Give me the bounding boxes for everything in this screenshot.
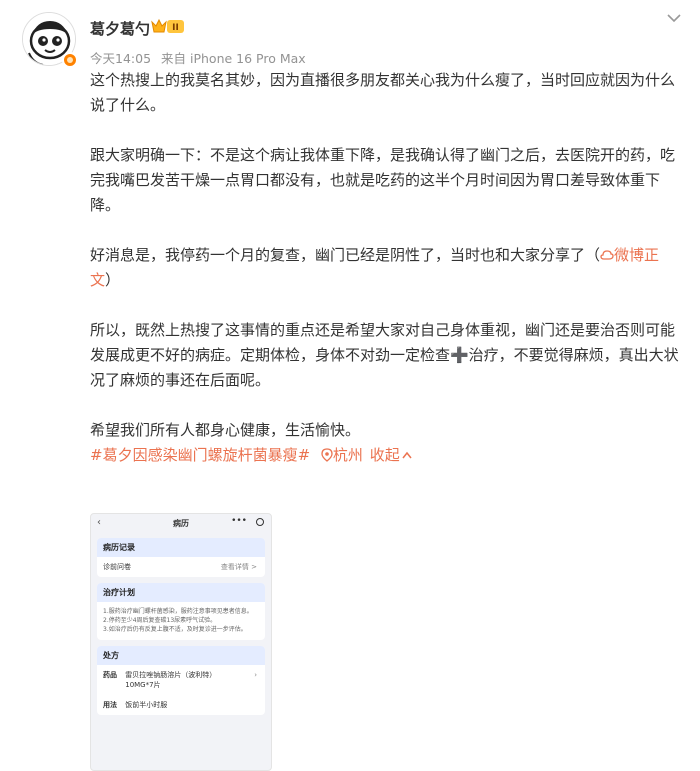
post-paragraph: 跟大家明确一下：不是这个病让我体重下降，是我确认得了幽门之后，去医院开的药，吃完… xyxy=(90,146,676,214)
plan-card: 治疗计划 1.服药治疗幽门螺杆菌感染，服药注意事项见患者信息。 2.停药至少4周… xyxy=(97,583,265,640)
chevron-right-icon: › xyxy=(254,671,257,679)
prescription-header: 处方 xyxy=(97,646,265,665)
usage-label: 用法 xyxy=(103,701,117,709)
prescription-card: 处方 药品 雷贝拉唑钠肠溶片（波利特） 10MG*7片 › 用法 饭前半小时服 xyxy=(97,646,265,715)
verified-badge-icon xyxy=(62,52,78,68)
chevron-up-icon xyxy=(402,451,412,459)
vip-level: II xyxy=(172,23,179,33)
plan-item: 1.服药治疗幽门螺杆菌感染，服药注意事项见患者信息。 xyxy=(103,608,253,615)
vip-crown-badge-icon[interactable]: II xyxy=(150,16,186,36)
image-topbar: ‹ 病历 ••• xyxy=(91,514,271,532)
post-time[interactable]: 今天14:05 xyxy=(90,51,151,66)
drug-label: 药品 xyxy=(103,671,117,679)
usage-row: 用法 饭前半小时服 xyxy=(97,695,265,715)
plan-body: 1.服药治疗幽门螺杆菌感染，服药注意事项见患者信息。 2.停药至少4周后复查碳1… xyxy=(97,602,265,640)
plan-item: 3.如治疗后仍有反复上腹不适，及时复诊进一步评估。 xyxy=(103,626,247,633)
post-header: 葛夕葛勺 II 今天14:05 来自 iPhone 16 Pro Max xyxy=(22,12,682,72)
post-paragraph: 希望我们所有人都身心健康，生活愉快。 xyxy=(90,421,361,439)
usage-value: 饭前半小时服 xyxy=(125,701,168,709)
post-paragraph: 这个热搜上的我莫名其妙，因为直播很多朋友都关心我为什么瘦了，当时回应就因为什么说… xyxy=(90,71,676,114)
drug-name: 雷贝拉唑钠肠溶片（波利特） xyxy=(125,671,217,679)
post-paragraph: 所以，既然上热搜了这事情的重点还是希望大家对自己身体重视，幽门还是要治否则可能发… xyxy=(90,321,679,389)
record-icon xyxy=(256,518,264,526)
post-meta: 今天14:05 来自 iPhone 16 Pro Max xyxy=(90,48,312,67)
record-row: 诊前问卷 查看详情 > xyxy=(97,557,265,577)
record-row-label: 诊前问卷 xyxy=(103,563,131,571)
record-row-action: 查看详情 > xyxy=(220,563,257,571)
hashtag-link[interactable]: #葛夕因感染幽门螺旋杆菌暴瘦# xyxy=(90,446,310,464)
record-card: 病历记录 诊前问卷 查看详情 > xyxy=(97,538,265,577)
more-dots-icon: ••• xyxy=(231,516,247,526)
weibo-link-icon xyxy=(600,250,614,260)
drug-spec: 10MG*7片 xyxy=(125,681,161,689)
post-paragraph-end: ） xyxy=(105,271,121,289)
username[interactable]: 葛夕葛勺 xyxy=(90,18,150,39)
post-paragraph: 好消息是，我停药一个月的复查，幽门已经是阴性了，当时也和大家分享了（ 微博正文） xyxy=(90,243,684,293)
collapse-label[interactable]: 收起 xyxy=(370,446,400,464)
chevron-down-icon[interactable] xyxy=(666,12,682,24)
post-body: 这个热搜上的我莫名其妙，因为直播很多朋友都关心我为什么瘦了，当时回应就因为什么说… xyxy=(90,68,684,468)
post-source: 来自 iPhone 16 Pro Max xyxy=(161,51,306,66)
drug-row: 药品 雷贝拉唑钠肠溶片（波利特） 10MG*7片 › xyxy=(97,665,265,695)
collapse-link[interactable]: 收起 xyxy=(370,446,412,464)
post-paragraph-text: 好消息是，我停药一个月的复查，幽门已经是阴性了，当时也和大家分享了（ xyxy=(90,246,601,264)
post-tags: #葛夕因感染幽门螺旋杆菌暴瘦# 杭州 收起 xyxy=(90,443,684,468)
plan-header: 治疗计划 xyxy=(97,583,265,602)
plan-item: 2.停药至少4周后复查碳13尿素呼气试验。 xyxy=(103,617,217,624)
location-link[interactable]: 杭州 xyxy=(333,446,363,464)
location-pin-icon xyxy=(321,448,333,462)
record-header: 病历记录 xyxy=(97,538,265,557)
medical-record-image[interactable]: ‹ 病历 ••• 病历记录 诊前问卷 查看详情 > 治疗计划 1.服药治疗幽门螺… xyxy=(90,513,272,771)
